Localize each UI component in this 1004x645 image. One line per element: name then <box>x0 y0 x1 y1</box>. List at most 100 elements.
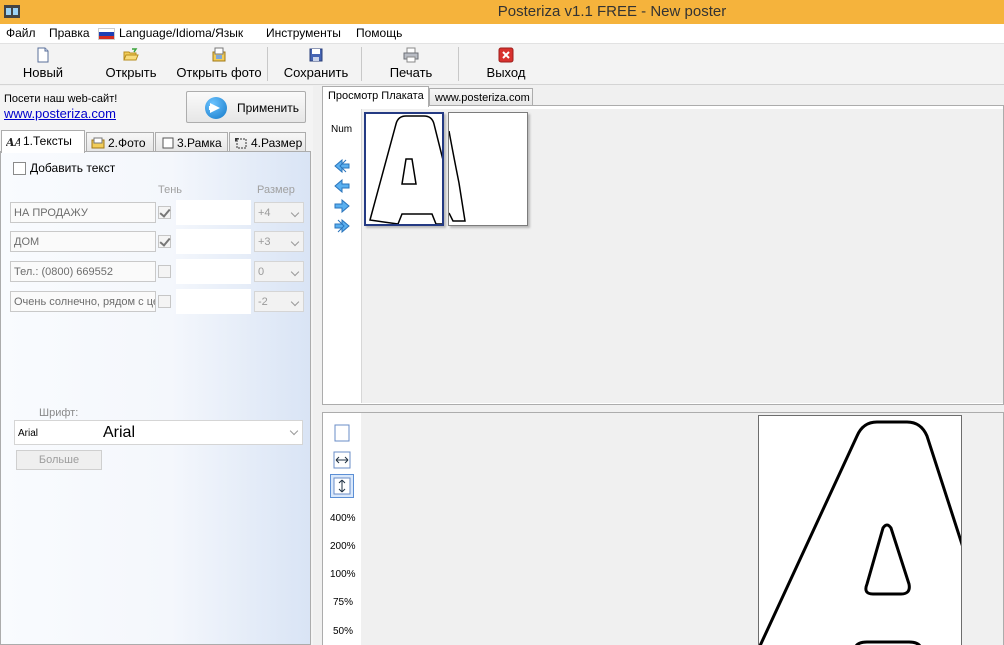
tab-frame[interactable]: 3.Рамка <box>155 132 228 152</box>
add-text-checkbox[interactable] <box>13 162 26 175</box>
text-color-box[interactable] <box>176 229 251 254</box>
text-color-box[interactable] <box>176 289 251 314</box>
print-button[interactable]: Печать <box>385 45 437 83</box>
first-page-icon[interactable] <box>333 158 351 174</box>
text-line-input[interactable]: НА ПРОДАЖУ <box>10 202 156 223</box>
text-color-box[interactable] <box>176 200 251 225</box>
last-page-icon[interactable] <box>333 218 351 234</box>
poster-letter-a-left <box>369 115 445 225</box>
new-document-icon <box>37 47 49 63</box>
page-icon <box>334 424 350 442</box>
visit-text: Посети наш web-сайт! <box>4 93 118 105</box>
new-button[interactable]: Новый <box>20 45 66 83</box>
size-value: 0 <box>258 266 265 278</box>
page-thumbnails-panel: Num <box>322 105 1004 405</box>
previous-page-icon[interactable] <box>333 178 351 194</box>
menu-file[interactable]: Файл <box>6 26 36 40</box>
page-thumbnail[interactable] <box>448 112 528 226</box>
menu-language[interactable]: Language/Idioma/Язык <box>119 26 243 40</box>
photo-icon <box>91 137 105 149</box>
texts-tab-page: Добавить текст Тень Размер НА ПРОДАЖУ +4 Д… <box>0 151 311 645</box>
size-select[interactable]: -2 <box>254 291 304 312</box>
zoom-400[interactable]: 400% <box>330 513 356 524</box>
close-icon <box>498 47 514 63</box>
shadow-checkbox[interactable] <box>158 206 171 219</box>
tab-poster-preview[interactable]: Просмотр Плаката <box>322 86 429 107</box>
window-title: Posteriza v1.1 FREE - New poster <box>497 3 727 20</box>
text-line-input[interactable]: ДОМ <box>10 231 156 252</box>
poster-letter-a-right <box>448 130 466 222</box>
shadow-checkbox[interactable] <box>158 235 171 248</box>
svg-text:AA: AA <box>6 136 20 147</box>
tab-website[interactable]: www.posteriza.com <box>429 88 533 106</box>
fit-width-button[interactable] <box>330 448 354 472</box>
size-value: +3 <box>258 236 271 248</box>
thumbnail-area <box>361 109 1003 403</box>
tab-size[interactable]: 4.Размер <box>229 132 306 152</box>
printer-icon <box>403 47 419 63</box>
toolbar-separator <box>267 47 268 81</box>
left-panel: Посети наш web-сайт! www.posteriza.com П… <box>0 86 313 645</box>
chevron-down-icon <box>289 426 299 436</box>
fit-height-button[interactable] <box>330 474 354 498</box>
menu-help[interactable]: Помощь <box>356 26 402 40</box>
menu-edit[interactable]: Правка <box>49 26 90 40</box>
russian-flag-icon <box>98 28 115 40</box>
zoom-75[interactable]: 75% <box>333 597 353 608</box>
zoom-200[interactable]: 200% <box>330 541 356 552</box>
frame-icon <box>162 137 174 149</box>
font-label: Шрифт: <box>39 407 79 419</box>
save-button[interactable]: Сохранить <box>281 45 351 83</box>
toolbar-separator <box>458 47 459 81</box>
zoom-50[interactable]: 50% <box>333 626 353 637</box>
exit-button[interactable]: Выход <box>483 45 529 83</box>
more-button[interactable]: Больше <box>16 450 102 470</box>
next-page-icon[interactable] <box>333 198 351 214</box>
text-line-input[interactable]: Тел.: (0800) 669552 <box>10 261 156 282</box>
num-toggle[interactable]: Num <box>331 124 352 135</box>
vertical-splitter[interactable] <box>313 86 321 645</box>
title-bar: Posteriza v1.1 FREE - New poster <box>0 0 1004 24</box>
zoom-preview-panel: 400% 200% 100% 75% 50% <box>322 412 1004 645</box>
fit-width-icon <box>333 451 351 469</box>
text-line-input[interactable]: Очень солнечно, рядом с це <box>10 291 156 312</box>
menu-tools[interactable]: Инструменты <box>266 26 341 40</box>
text-color-box[interactable] <box>176 259 251 284</box>
tab-photo[interactable]: 2.Фото <box>86 132 154 152</box>
add-text-label: Добавить текст <box>30 161 116 175</box>
zoom-100[interactable]: 100% <box>330 569 356 580</box>
size-value: +4 <box>258 207 271 219</box>
fit-height-icon <box>333 477 351 495</box>
open-photo-button[interactable]: Открыть фото <box>176 45 262 83</box>
shadow-column-header: Тень <box>158 184 183 196</box>
size-select[interactable]: 0 <box>254 261 304 282</box>
open-photo-icon <box>212 47 226 62</box>
preview-tabs: Просмотр Плаката www.posteriza.com <box>321 86 1004 107</box>
fit-page-button[interactable] <box>330 421 354 445</box>
shadow-checkbox[interactable] <box>158 295 171 308</box>
settings-tabs: AA1.Тексты 2.Фото 3.Рамка 4.Размер <box>0 130 313 153</box>
font-select[interactable]: Arial Arial <box>14 420 303 445</box>
poster-letter-a-large <box>759 420 961 645</box>
chevron-down-icon <box>290 267 300 277</box>
size-column-header: Размер <box>257 184 295 196</box>
save-floppy-icon <box>309 48 323 62</box>
zoom-toolbar: 400% 200% 100% 75% 50% <box>323 413 361 645</box>
tab-texts[interactable]: AA1.Тексты <box>1 130 85 153</box>
thumbnail-nav-strip: Num <box>323 106 360 404</box>
font-name-small: Arial <box>18 428 39 439</box>
shadow-checkbox[interactable] <box>158 265 171 278</box>
size-select[interactable]: +3 <box>254 231 304 252</box>
text-icon: AA <box>6 136 20 147</box>
poster-page-preview <box>758 415 962 645</box>
chevron-down-icon <box>290 208 300 218</box>
horizontal-splitter[interactable] <box>322 405 1004 412</box>
page-thumbnail-selected[interactable] <box>364 112 445 226</box>
size-select[interactable]: +4 <box>254 202 304 223</box>
toolbar-separator <box>361 47 362 81</box>
chevron-down-icon <box>290 237 300 247</box>
apply-button[interactable]: Применить <box>186 91 306 123</box>
website-link[interactable]: www.posteriza.com <box>4 106 116 121</box>
open-button[interactable]: Открыть <box>103 45 159 83</box>
arrow-right-icon <box>205 97 227 119</box>
